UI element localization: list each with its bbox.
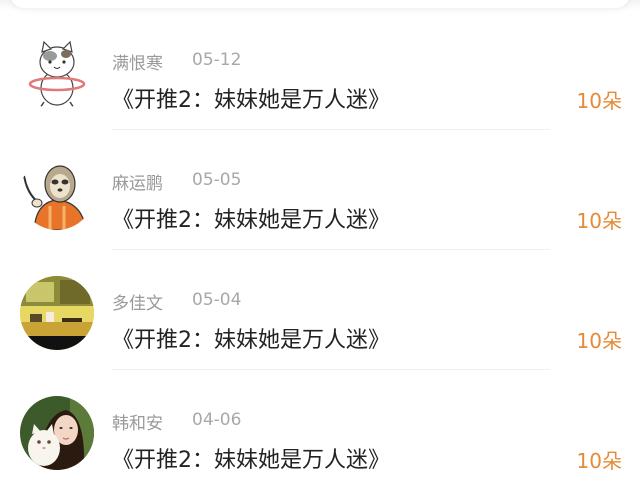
record-date: 05-12: [192, 50, 242, 70]
desk-photo-icon: [20, 276, 94, 350]
top-card-edge: [10, 0, 630, 8]
user-name: 麻运鹏: [112, 174, 163, 194]
book-title[interactable]: 《开推2：妹妹她是万人迷》: [112, 322, 390, 354]
user-name: 韩和安: [112, 414, 163, 434]
user-name: 多佳文: [112, 294, 163, 314]
list-item[interactable]: 满恨寒 05-12 《开推2：妹妹她是万人迷》 10朵: [0, 10, 640, 130]
book-title[interactable]: 《开推2：妹妹她是万人迷》: [112, 442, 390, 474]
book-title[interactable]: 《开推2：妹妹她是万人迷》: [112, 82, 390, 114]
cat-hula-hoop-icon: [20, 36, 94, 110]
avatar[interactable]: [20, 276, 94, 350]
record-date: 05-04: [192, 290, 242, 310]
sloth-pointing-icon: [20, 156, 94, 230]
record-date: 05-05: [192, 170, 242, 190]
list-item[interactable]: 多佳文 05-04 《开推2：妹妹她是万人迷》 10朵: [0, 250, 640, 370]
avatar[interactable]: [20, 36, 94, 110]
gift-amount: 10朵: [576, 449, 622, 473]
girl-with-cat-icon: [20, 396, 94, 470]
avatar[interactable]: [20, 396, 94, 470]
user-name: 满恨寒: [112, 54, 163, 74]
gift-record-list-page: 满恨寒 05-12 《开推2：妹妹她是万人迷》 10朵 麻运鹏 05-05 《开…: [0, 0, 640, 488]
list-item[interactable]: 麻运鹏 05-05 《开推2：妹妹她是万人迷》 10朵: [0, 130, 640, 250]
book-title[interactable]: 《开推2：妹妹她是万人迷》: [112, 202, 390, 234]
gift-amount: 10朵: [576, 329, 622, 353]
list-item[interactable]: 韩和安 04-06 《开推2：妹妹她是万人迷》 10朵: [0, 370, 640, 488]
avatar[interactable]: [20, 156, 94, 230]
record-date: 04-06: [192, 410, 242, 430]
gift-amount: 10朵: [576, 209, 622, 233]
gift-amount: 10朵: [576, 89, 622, 113]
